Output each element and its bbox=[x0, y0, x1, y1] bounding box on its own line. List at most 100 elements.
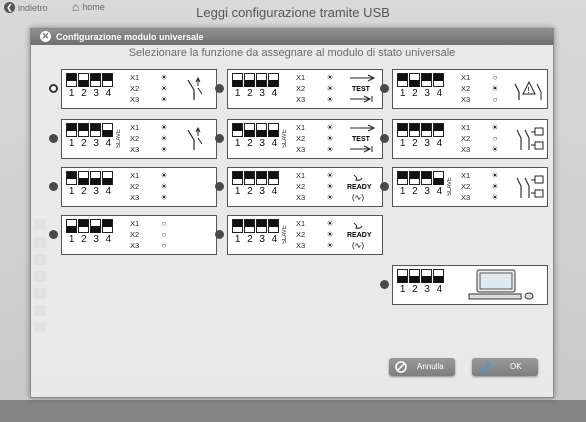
dip-switch bbox=[90, 171, 101, 185]
dip-number: 1 bbox=[234, 186, 241, 197]
x-labels: X1 X2 X3 bbox=[130, 170, 139, 203]
dip-number: 2 bbox=[81, 138, 87, 149]
dip-number: 1 bbox=[234, 234, 241, 245]
svg-text:READY: READY bbox=[347, 184, 372, 191]
dip-switch bbox=[433, 73, 444, 87]
dip-switch bbox=[397, 123, 408, 137]
x-labels: X1 X2 X3 bbox=[296, 218, 305, 251]
option-radio[interactable] bbox=[49, 230, 58, 239]
x-label: X3 bbox=[130, 145, 140, 154]
dip-number: 3 bbox=[424, 186, 430, 197]
x-label: X1 bbox=[130, 171, 140, 180]
dip-number: 2 bbox=[412, 284, 418, 295]
led-off-icon: ○ bbox=[492, 134, 498, 143]
option-radio[interactable] bbox=[380, 280, 389, 289]
option-radio[interactable] bbox=[49, 134, 58, 143]
led-off-icon: ○ bbox=[161, 219, 167, 228]
led-on-icon: ☀ bbox=[160, 73, 168, 82]
dip-number: 3 bbox=[259, 88, 265, 99]
x-label: X2 bbox=[296, 84, 306, 93]
led-on-icon: ☀ bbox=[160, 193, 168, 202]
dialog-subtitle: Selezionare la funzione da assegnare al … bbox=[128, 47, 456, 59]
dip-switches: 1234 bbox=[66, 123, 114, 150]
led-on-icon: ☀ bbox=[326, 145, 334, 154]
option-card[interactable]: 1 2 3 4 X1 X2 X3 ☀ ○ ☀ bbox=[392, 119, 548, 159]
test-text: TEST bbox=[352, 86, 371, 93]
dip-switch bbox=[256, 73, 267, 87]
led-on-icon: ☀ bbox=[160, 182, 168, 191]
dip-switch bbox=[397, 73, 408, 87]
option-card[interactable]: 1 2 3 4 X1 X2 X3 ○ ☀ ○! bbox=[392, 69, 548, 109]
option-card[interactable]: 1 2 3 4 SLAVE X1 X2 X3 ☀ ☀ ☀ bbox=[392, 167, 548, 207]
dip-switch bbox=[102, 123, 113, 137]
dip-switch bbox=[232, 219, 243, 233]
option-card[interactable]: 1 2 3 4 X1 X2 X3 ○ ○ ○ bbox=[61, 215, 217, 255]
dip-switch bbox=[78, 123, 89, 137]
x-label: X3 bbox=[130, 193, 140, 202]
option-radio[interactable] bbox=[215, 84, 224, 93]
option-card[interactable]: 1234 bbox=[392, 265, 548, 305]
top-bar: ❮ indietro ⌂ home Leggi configurazione t… bbox=[0, 0, 586, 20]
dip-number: 4 bbox=[271, 138, 278, 149]
dip-switch bbox=[397, 269, 408, 283]
dip-number: 4 bbox=[105, 186, 112, 197]
led-on-icon: ☀ bbox=[160, 171, 168, 180]
switch-arrows-icon bbox=[180, 124, 214, 154]
option-card[interactable]: 1 2 3 4 X1 X2 X3 ☀ ☀ ☀ TEST bbox=[227, 69, 383, 109]
dip-switch bbox=[268, 73, 279, 87]
option-radio[interactable] bbox=[49, 182, 58, 191]
dip-number: 2 bbox=[81, 88, 87, 99]
dip-switch bbox=[409, 123, 420, 137]
x-label: X2 bbox=[130, 84, 140, 93]
dip-number: 4 bbox=[436, 88, 443, 99]
led-on-icon: ☀ bbox=[491, 182, 499, 191]
svg-text:(∿): (∿) bbox=[352, 193, 364, 202]
option-radio[interactable] bbox=[380, 84, 389, 93]
dip-number: 2 bbox=[81, 234, 87, 245]
led-states: ☀ ○ ☀ bbox=[489, 122, 501, 155]
page-title: Leggi configurazione tramite USB bbox=[196, 5, 390, 20]
option-radio[interactable] bbox=[380, 182, 389, 191]
dip-switch bbox=[256, 219, 267, 233]
led-on-icon: ☀ bbox=[326, 95, 334, 104]
option-radio[interactable] bbox=[215, 182, 224, 191]
x-label: X2 bbox=[461, 134, 471, 143]
dip-switches: 1234 bbox=[397, 171, 445, 198]
x-labels: X1 X2 X3 bbox=[130, 72, 139, 105]
led-on-icon: ☀ bbox=[491, 123, 499, 132]
x-label: X1 bbox=[461, 73, 471, 82]
option-card[interactable]: 1 2 3 4 SLAVE X1 X2 X3 ☀ ☀ ☀ TEST bbox=[227, 119, 383, 159]
option-radio[interactable] bbox=[215, 230, 224, 239]
dip-switches: 1234 bbox=[397, 269, 445, 296]
led-on-icon: ☀ bbox=[160, 95, 168, 104]
dip-switch bbox=[433, 269, 444, 283]
option-radio[interactable] bbox=[215, 134, 224, 143]
led-on-icon: ☀ bbox=[326, 171, 334, 180]
dip-switches: 1234 bbox=[232, 171, 280, 198]
test-lines-icon: TEST bbox=[346, 74, 380, 104]
double-switch-icon bbox=[511, 172, 545, 202]
option-radio[interactable] bbox=[49, 84, 58, 93]
dip-switch bbox=[244, 171, 255, 185]
option-card[interactable]: 1 2 3 4 X1 X2 X3 ☀ ☀ ☀ READY (∿) bbox=[227, 167, 383, 207]
option-card[interactable]: 1 2 3 4 X1 X2 X3 ☀ ☀ ☀ bbox=[61, 69, 217, 109]
x-label: X3 bbox=[461, 145, 471, 154]
option-card[interactable]: 1 2 3 4 SLAVE X1 X2 X3 ☀ ☀ ☀ bbox=[61, 119, 217, 159]
dip-number: 2 bbox=[247, 138, 253, 149]
dip-number: 3 bbox=[424, 284, 430, 295]
x-label: X1 bbox=[461, 171, 471, 180]
double-switch-icon bbox=[511, 124, 545, 154]
cancel-button[interactable]: Annulla bbox=[389, 358, 455, 376]
led-on-icon: ☀ bbox=[326, 134, 334, 143]
dip-switches: 1234 bbox=[397, 73, 445, 100]
x-label: X1 bbox=[461, 123, 471, 132]
led-on-icon: ☀ bbox=[491, 145, 499, 154]
dip-switch bbox=[433, 123, 444, 137]
ok-button[interactable]: OK bbox=[472, 358, 538, 376]
option-card[interactable]: 1 2 3 4 SLAVE X1 X2 X3 ☀ ☀ ☀ READY (∿) bbox=[227, 215, 383, 255]
option-card[interactable]: 1 2 3 4 X1 X2 X3 ☀ ☀ ☀ bbox=[61, 167, 217, 207]
led-states: ☀ ☀ ☀ bbox=[158, 72, 170, 105]
dip-switch bbox=[78, 73, 89, 87]
option-radio[interactable] bbox=[380, 134, 389, 143]
close-icon[interactable]: ✕ bbox=[40, 31, 51, 42]
